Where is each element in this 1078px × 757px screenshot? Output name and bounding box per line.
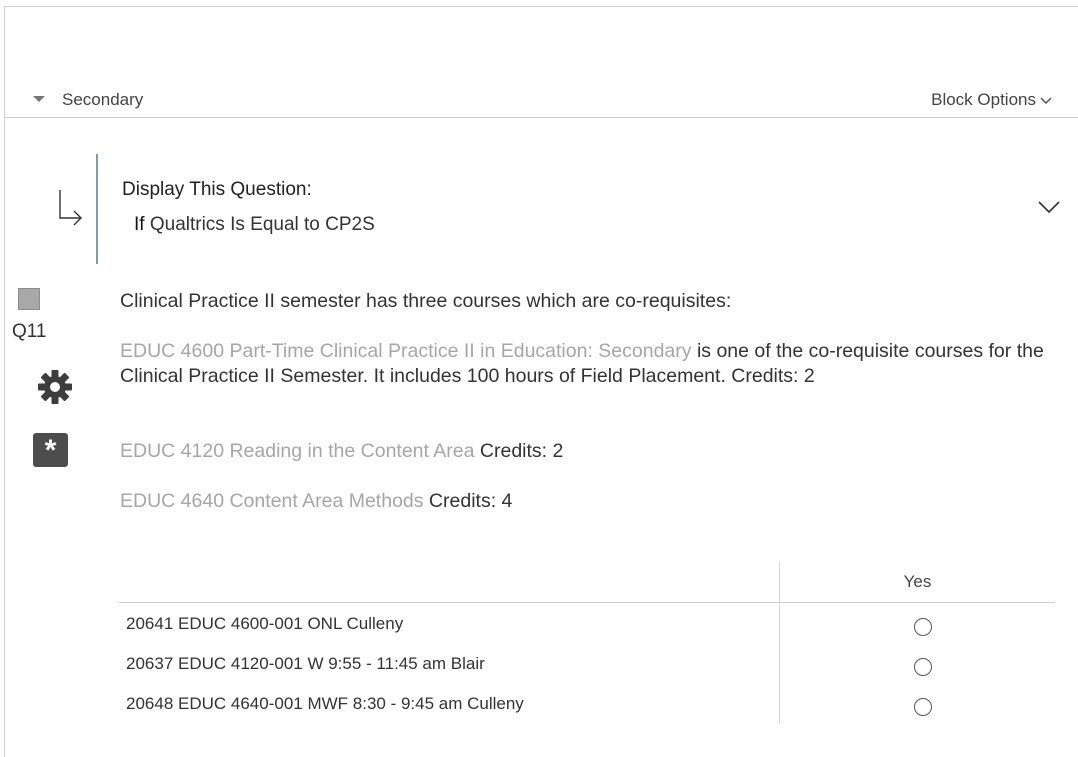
- logic-bar: [96, 154, 98, 264]
- course-name: EDUC 4120 Reading in the Content Area: [120, 440, 475, 462]
- question-intro: Clinical Practice II semester has three …: [120, 290, 732, 312]
- block-options-button[interactable]: Block Options: [931, 90, 1052, 110]
- logic-arrow-icon: [55, 188, 85, 233]
- matrix-column-header: Yes: [903, 572, 932, 591]
- matrix-radio[interactable]: [914, 618, 932, 636]
- block-title[interactable]: Secondary: [62, 90, 143, 110]
- course-credits: Credits: 4: [423, 490, 513, 512]
- course-paragraph-1: EDUC 4600 Part-Time Clinical Practice II…: [120, 339, 1055, 389]
- if-keyword: If: [134, 214, 145, 235]
- condition-text: Qualtrics Is Equal to CP2S: [149, 214, 375, 235]
- chevron-down-icon[interactable]: [1038, 200, 1060, 219]
- course-credits: Credits: 2: [474, 440, 564, 462]
- block-header: [4, 86, 1078, 118]
- matrix-row-label: 20648 EDUC 4640-001 MWF 8:30 - 9:45 am C…: [126, 694, 524, 713]
- display-logic-title: Display This Question:: [122, 179, 312, 200]
- display-logic-condition[interactable]: If Qualtrics Is Equal to CP2S: [134, 214, 375, 236]
- matrix-radio[interactable]: [914, 658, 932, 676]
- question-select-checkbox[interactable]: [18, 288, 40, 310]
- course-paragraph-3: EDUC 4640 Content Area Methods Credits: …: [120, 489, 1055, 514]
- matrix-radio[interactable]: [914, 698, 932, 716]
- matrix-row-label: 20641 EDUC 4600-001 ONL Culleny: [126, 614, 404, 633]
- gear-icon[interactable]: [37, 369, 73, 410]
- required-badge[interactable]: *: [33, 433, 68, 467]
- matrix-header-divider: [119, 602, 1055, 603]
- course-name: EDUC 4640 Content Area Methods: [120, 490, 424, 512]
- question-number: Q11: [12, 321, 47, 342]
- block-options-label: Block Options: [931, 90, 1036, 109]
- course-name: EDUC 4600 Part-Time Clinical Practice II…: [120, 340, 692, 362]
- chevron-down-icon: [1040, 96, 1052, 104]
- course-paragraph-2: EDUC 4120 Reading in the Content Area Cr…: [120, 439, 1055, 464]
- asterisk-icon: *: [44, 434, 57, 467]
- matrix-row-label: 20637 EDUC 4120-001 W 9:55 - 11:45 am Bl…: [126, 654, 485, 673]
- caret-down-icon[interactable]: [33, 96, 45, 102]
